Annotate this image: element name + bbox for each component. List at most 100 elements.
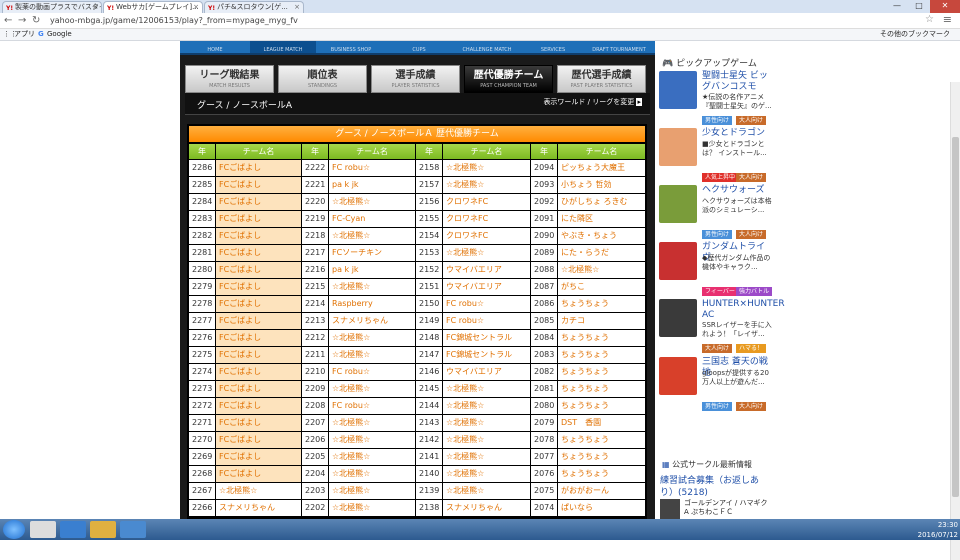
team-name-cell[interactable]: ちょうちょう — [558, 466, 645, 482]
team-name-cell[interactable]: FC robu☆ — [443, 313, 530, 329]
pickup-game[interactable]: ヘクサウォーズ ヘクサウォーズは本格派のシミュレーシ... 男性向け 大人向け — [659, 185, 772, 241]
team-name-cell[interactable]: FC robu☆ — [443, 296, 530, 312]
team-name-cell[interactable]: ☆北極熊☆ — [329, 381, 415, 397]
team-name-cell[interactable]: FCごばよし — [216, 415, 301, 431]
nav-cups[interactable]: CUPS — [386, 41, 452, 53]
team-name-cell[interactable]: FC錦城セントラル — [443, 347, 530, 363]
pickup-game[interactable]: 聖闘士星矢 ビッグバンコスモ ★伝説の名作アニメ『聖闘士星矢』のゲ... 男性向け大… — [659, 71, 772, 127]
explorer-taskbar-icon[interactable] — [90, 521, 116, 538]
back-arrow-icon[interactable]: ← — [4, 14, 12, 28]
team-name-cell[interactable]: FCごばよし — [216, 432, 301, 448]
close-tab-icon[interactable]: × — [294, 2, 300, 12]
close-tab-icon[interactable]: × — [92, 2, 98, 12]
tab-past-player-stats[interactable]: 歴代選手成績 PAST PLAYER STATISTICS — [557, 65, 646, 93]
circle-item[interactable]: 練習試合募集（お返しあり）(5218) — [660, 475, 772, 499]
team-name-cell[interactable]: ☆北極熊☆ — [329, 228, 415, 244]
team-name-cell[interactable]: ☆北極熊☆ — [443, 466, 530, 482]
minimize-button[interactable]: — — [886, 0, 908, 13]
bookmark-apps[interactable]: アプリ — [14, 29, 35, 40]
game-title[interactable]: HUNTER×HUNTER AC — [702, 299, 794, 321]
start-button[interactable] — [3, 520, 25, 539]
team-name-cell[interactable]: ウマイバエリア — [443, 262, 530, 278]
team-name-cell[interactable]: FCごばよし — [216, 381, 301, 397]
url-field[interactable]: yahoo-mbga.jp/game/12006153/play?_from=m… — [50, 15, 298, 27]
team-name-cell[interactable]: カチコ — [558, 313, 645, 329]
team-name-cell[interactable]: スナメリちゃん — [216, 500, 301, 516]
team-name-cell[interactable]: にた隣区 — [558, 211, 645, 227]
bookmark-star-icon[interactable]: ☆ — [925, 14, 934, 25]
tab-past-champions[interactable]: 歴代優勝チーム PAST CHAMPION TEAM — [464, 65, 553, 93]
team-name-cell[interactable]: FCソーチキン — [329, 245, 415, 261]
team-name-cell[interactable]: ウマイバエリア — [443, 364, 530, 380]
game-thumbnail[interactable] — [659, 242, 697, 280]
team-name-cell[interactable]: FCごばよし — [216, 160, 301, 176]
team-name-cell[interactable]: Raspberry — [329, 296, 415, 312]
team-name-cell[interactable]: ☆北極熊☆ — [329, 415, 415, 431]
team-name-cell[interactable]: ☆北極熊☆ — [216, 483, 301, 499]
team-name-cell[interactable]: FCごばよし — [216, 364, 301, 380]
team-name-cell[interactable]: FCごばよし — [216, 194, 301, 210]
team-name-cell[interactable]: FC robu☆ — [329, 364, 415, 380]
forward-arrow-icon[interactable]: → — [18, 14, 26, 28]
team-name-cell[interactable]: FCごばよし — [216, 466, 301, 482]
team-name-cell[interactable]: ☆北極熊☆ — [329, 466, 415, 482]
team-name-cell[interactable]: FCごばよし — [216, 177, 301, 193]
tab-player-stats[interactable]: 選手成績 PLAYER STATISTICS — [371, 65, 460, 93]
team-name-cell[interactable]: ☆北極熊☆ — [443, 449, 530, 465]
team-name-cell[interactable]: FCごばよし — [216, 228, 301, 244]
game-title[interactable]: 聖闘士星矢 ビッグバンコスモ — [702, 71, 772, 93]
team-name-cell[interactable]: クロワネFC — [443, 228, 530, 244]
team-name-cell[interactable]: ☆北極熊☆ — [329, 483, 415, 499]
team-name-cell[interactable]: スナメリちゃん — [443, 500, 530, 516]
team-name-cell[interactable]: pa k jk — [329, 262, 415, 278]
team-name-cell[interactable]: FC錦城セントラル — [443, 330, 530, 346]
team-name-cell[interactable]: ☆北極熊☆ — [443, 245, 530, 261]
team-name-cell[interactable]: がちこ — [558, 279, 645, 295]
team-name-cell[interactable]: FCごばよし — [216, 347, 301, 363]
game-thumbnail[interactable] — [659, 299, 697, 337]
nav-challenge[interactable]: CHALLENGE MATCH — [454, 41, 520, 53]
close-tab-icon[interactable]: × — [193, 2, 199, 12]
team-name-cell[interactable]: FC robu☆ — [329, 160, 415, 176]
team-name-cell[interactable]: ピッちょう大魔王 — [558, 160, 645, 176]
game-thumbnail[interactable] — [659, 357, 697, 395]
pickup-game[interactable]: HUNTER×HUNTER AC SSRレイザーを手に入れよう！「レイザ... 大人… — [659, 299, 794, 355]
bookmark-other[interactable]: その他のブックマーク — [880, 29, 950, 40]
team-name-cell[interactable]: やぶき・ちょう — [558, 228, 645, 244]
team-name-cell[interactable]: ちょうちょう — [558, 381, 645, 397]
team-name-cell[interactable]: ☆北極熊☆ — [443, 432, 530, 448]
team-name-cell[interactable]: FCごばよし — [216, 296, 301, 312]
nav-home[interactable]: HOME — [182, 41, 248, 53]
team-name-cell[interactable]: ひがしちょ ろきむ — [558, 194, 645, 210]
team-name-cell[interactable]: FCごばよし — [216, 330, 301, 346]
team-name-cell[interactable]: ちょうちょう — [558, 449, 645, 465]
team-name-cell[interactable]: ちょうちょう — [558, 364, 645, 380]
team-name-cell[interactable]: ☆北極熊☆ — [329, 347, 415, 363]
nav-services[interactable]: SERVICES — [522, 41, 584, 53]
team-name-cell[interactable]: ぱいなら — [558, 500, 645, 516]
reload-icon[interactable]: ↻ — [32, 14, 40, 28]
team-name-cell[interactable]: FC-Cyan — [329, 211, 415, 227]
team-name-cell[interactable]: にた・らうだ — [558, 245, 645, 261]
team-name-cell[interactable]: スナメリちゃん — [329, 313, 415, 329]
team-name-cell[interactable]: ☆北極熊☆ — [443, 398, 530, 414]
team-name-cell[interactable]: ちょうちょう — [558, 330, 645, 346]
game-thumbnail[interactable] — [659, 185, 697, 223]
team-name-cell[interactable]: FCごばよし — [216, 262, 301, 278]
team-name-cell[interactable]: ☆北極熊☆ — [329, 279, 415, 295]
game-title[interactable]: 少女とドラゴン — [702, 128, 772, 139]
game-title[interactable]: ヘクサウォーズ — [702, 185, 772, 196]
page-scrollbar[interactable] — [950, 82, 960, 560]
team-name-cell[interactable]: ☆北極熊☆ — [329, 500, 415, 516]
team-name-cell[interactable]: ちょうちょう — [558, 296, 645, 312]
browser-tab-active[interactable]: Y! Webサカ[ゲームプレイ]... × — [103, 1, 203, 13]
team-name-cell[interactable]: FCごばよし — [216, 313, 301, 329]
nav-shop[interactable]: BUSINESS SHOP — [318, 41, 384, 53]
pickup-game[interactable]: 少女とドラゴン ■少女とドラゴンとは？ インストール... 人気上昇中 大人向け — [659, 128, 771, 184]
game-thumbnail[interactable] — [659, 128, 697, 166]
ie-taskbar-icon[interactable] — [60, 521, 86, 538]
browser-tab[interactable]: Y! パチ&スロタウン[ゲ... × — [204, 1, 304, 13]
browser-menu-icon[interactable]: ≡ — [943, 13, 952, 26]
team-name-cell[interactable]: DST 香園 — [558, 415, 645, 431]
team-name-cell[interactable]: クロワネFC — [443, 211, 530, 227]
